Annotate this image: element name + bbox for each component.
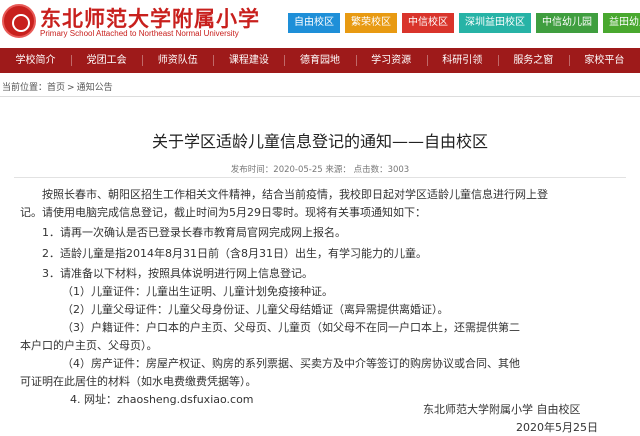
campus-tab-zhongxin-kindergarten[interactable]: 中信幼儿园 bbox=[536, 13, 598, 33]
nav-item-research[interactable]: 科研引领 bbox=[426, 48, 498, 73]
signature-org: 东北师范大学附属小学 自由校区 bbox=[423, 403, 581, 416]
nav-item-moral-education[interactable]: 德育园地 bbox=[284, 48, 355, 73]
campus-tab-shenzhen-yitian[interactable]: 深圳益田校区 bbox=[459, 13, 531, 33]
nav-item-faculty[interactable]: 师资队伍 bbox=[142, 48, 213, 73]
breadcrumb-current-link[interactable]: 通知公告 bbox=[77, 83, 113, 93]
sub-item-3-line-2: 本户口的户主页、父母页）。 bbox=[20, 339, 158, 352]
nav-item-party-union[interactable]: 党团工会 bbox=[71, 48, 142, 73]
sub-item-4-line-2: 可证明在此居住的材料（如水电费缴费凭据等）。 bbox=[20, 375, 257, 388]
nav-item-home-school[interactable]: 家校平台 bbox=[568, 48, 640, 73]
school-seal-icon bbox=[2, 4, 36, 38]
campus-tab-fanrong[interactable]: 繁荣校区 bbox=[345, 13, 397, 33]
nav-item-school-intro[interactable]: 学校简介 bbox=[0, 48, 71, 73]
list-item-1: 1．请再一次确认是否已登录长春市教育局官网完成网上报名。 bbox=[42, 226, 346, 239]
campus-tab-zhongxin[interactable]: 中信校区 bbox=[402, 13, 454, 33]
sub-item-4-line-1: （4）房产证件：房屋产权证、购房的系列票据、买卖方及中介等签订的购房协议或合同、… bbox=[62, 357, 520, 370]
article-meta: 发布时间：2020-05-25 来源： 点击数：3003 bbox=[230, 165, 410, 175]
list-item-4-website: 4. 网址：zhaosheng.dsfuxiao.com bbox=[70, 393, 254, 406]
logo-subtitle: Primary School Attached to Northeast Nor… bbox=[40, 29, 239, 38]
breadcrumb-home-link[interactable]: 首页 bbox=[47, 83, 65, 93]
article-title: 关于学区适龄儿童信息登记的通知——自由校区 bbox=[151, 132, 488, 151]
campus-tab-yitian-kindergarten[interactable]: 益田幼儿园 bbox=[603, 13, 640, 33]
campus-tabs: 自由校区 繁荣校区 中信校区 深圳益田校区 中信幼儿园 益田幼儿园 bbox=[288, 13, 640, 35]
meta-divider bbox=[14, 177, 626, 178]
main-nav: 学校简介 党团工会 师资队伍 课程建设 德育园地 学习资源 科研引领 服务之窗 … bbox=[0, 48, 640, 73]
nav-item-curriculum[interactable]: 课程建设 bbox=[213, 48, 284, 73]
sub-item-3-line-1: （3）户籍证件：户口本的户主页、父母页、儿童页（如父母不在同一户口本上，还需提供… bbox=[62, 321, 520, 334]
breadcrumb: 当前位置：首页 > 通知公告 bbox=[0, 80, 113, 94]
signature-date: 2020年5月25日 bbox=[516, 421, 598, 434]
sub-item-1: （1）儿童证件：儿童出生证明、儿童计划免疫接种证。 bbox=[62, 285, 333, 298]
school-logo[interactable]: 东北师范大学附属小学 Primary School Attached to No… bbox=[0, 2, 280, 42]
site-header: 东北师范大学附属小学 Primary School Attached to No… bbox=[0, 0, 640, 43]
list-item-3: 3．请准备以下材料，按照具体说明进行网上信息登记。 bbox=[42, 267, 313, 280]
nav-item-services[interactable]: 服务之窗 bbox=[497, 48, 569, 73]
paragraph-intro-line-1: 按照长春市、朝阳区招生工作相关文件精神，结合当前疫情，我校即日起对学区适龄儿童信… bbox=[42, 188, 548, 201]
list-item-2: 2．适龄儿童是指2014年8月31日前（含8月31日）出生，有学习能力的儿童。 bbox=[42, 247, 427, 260]
campus-tab-ziyou[interactable]: 自由校区 bbox=[288, 13, 340, 33]
breadcrumb-prefix: 当前位置： bbox=[2, 83, 48, 93]
breadcrumb-separator: > bbox=[67, 83, 75, 93]
nav-item-learning-resources[interactable]: 学习资源 bbox=[355, 48, 427, 73]
paragraph-intro-line-2: 记。请使用电脑完成信息登记，截止时间为5月29日零时。现将有关事项通知如下： bbox=[20, 206, 426, 219]
sub-item-2: （2）儿童父母证件：儿童父母身份证、儿童父母结婚证（离异需提供离婚证）。 bbox=[62, 303, 449, 316]
breadcrumb-divider bbox=[0, 96, 640, 97]
